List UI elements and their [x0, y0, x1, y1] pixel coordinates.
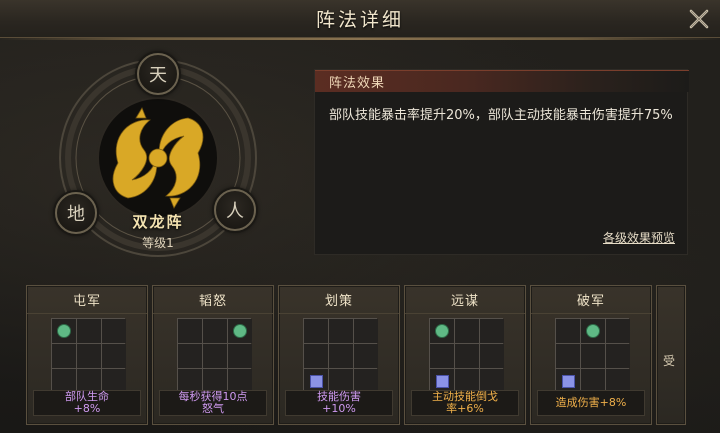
grid-cell [430, 319, 454, 343]
effect-panel: 阵法效果 部队技能暴击率提升20%，部队主动技能暴击伤害提升75% 各级效果预览 [314, 69, 689, 255]
slot-bonus-line: +10% [322, 402, 356, 415]
slot-card[interactable]: 屯军部队生命 +8% [26, 285, 148, 425]
slot-card[interactable]: 破军造成伤害+8% [530, 285, 652, 425]
title-bar: 阵法详细 [0, 0, 720, 40]
grid-cell [455, 344, 479, 368]
grid-cell [203, 319, 227, 343]
slot-bonus: 造成伤害+8% [537, 390, 645, 416]
slot-card-title: 屯军 [27, 286, 147, 314]
slot-card[interactable]: 受 [656, 285, 686, 425]
grid-cell [606, 344, 630, 368]
slot-bonus: 部队生命 +8% [33, 390, 141, 416]
grid-cell [304, 319, 328, 343]
slot-grid [177, 318, 252, 393]
grid-cell [556, 319, 580, 343]
slot-card[interactable]: 韬怒每秒获得10点 怒气 [152, 285, 274, 425]
grid-cell [354, 344, 378, 368]
slot-card[interactable]: 划策技能伤害 +10% [278, 285, 400, 425]
rune-heaven-button[interactable]: 天 [137, 53, 179, 95]
grid-cell [77, 344, 101, 368]
grid-cell [102, 344, 126, 368]
grid-cell [606, 319, 630, 343]
slot-grid [555, 318, 630, 393]
grid-cell [102, 319, 126, 343]
slot-grid [303, 318, 378, 393]
slot-grid [51, 318, 126, 393]
square-symbol-icon [309, 374, 323, 388]
grid-cell [581, 319, 605, 343]
slot-bonus-line: 率+6% [446, 402, 484, 415]
grid-cell [52, 319, 76, 343]
grid-cell [581, 344, 605, 368]
grid-cell [77, 319, 101, 343]
circle-symbol-icon [586, 324, 600, 338]
grid-cell [178, 344, 202, 368]
slot-bonus: 每秒获得10点 怒气 [159, 390, 267, 416]
level-preview-link[interactable]: 各级效果预览 [603, 229, 675, 246]
slot-bonus-line: +8% [73, 402, 101, 415]
formation-slot-cards: 屯军部队生命 +8% 韬怒每秒获得10点 怒气 划策技能伤害 +10% 远谋主动技能倒… [26, 285, 720, 433]
grid-cell [52, 344, 76, 368]
rune-human-icon: 人 [226, 201, 244, 222]
slot-bonus-line: 怒气 [202, 402, 224, 415]
grid-cell [178, 319, 202, 343]
page-title: 阵法详细 [315, 9, 404, 31]
effect-description: 部队技能暴击率提升20%，部队主动技能暴击伤害提升75% [329, 108, 673, 123]
formation-level: 等级1 [142, 236, 174, 250]
grid-cell [304, 344, 328, 368]
rune-earth-button[interactable]: 地 [55, 192, 97, 234]
grid-cell [556, 344, 580, 368]
circle-symbol-icon [435, 324, 449, 338]
grid-cell [228, 344, 252, 368]
grid-cell [329, 319, 353, 343]
grid-cell [203, 344, 227, 368]
square-symbol-icon [561, 374, 575, 388]
effect-header: 阵法效果 [315, 70, 689, 92]
rune-earth-icon: 地 [67, 204, 85, 225]
slot-card-title: 远谋 [405, 286, 525, 314]
slot-bonus: 主动技能倒戈 率+6% [411, 390, 519, 416]
slot-bonus: 技能伤害 +10% [285, 390, 393, 416]
rune-heaven-icon: 天 [149, 65, 167, 86]
grid-cell [455, 319, 479, 343]
slot-card-partial-label: 受 [663, 354, 676, 368]
effect-header-label: 阵法效果 [329, 76, 386, 91]
grid-cell [354, 319, 378, 343]
formation-name: 双龙阵 [132, 213, 184, 231]
circle-symbol-icon [233, 324, 247, 338]
circle-symbol-icon [57, 324, 71, 338]
slot-card[interactable]: 远谋主动技能倒戈 率+6% [404, 285, 526, 425]
square-symbol-icon [435, 374, 449, 388]
close-x-icon [689, 9, 709, 29]
grid-cell [430, 344, 454, 368]
slot-bonus-line: 造成伤害+8% [555, 396, 627, 409]
slot-card-title: 划策 [279, 286, 399, 314]
grid-cell [329, 344, 353, 368]
slot-card-title: 破军 [531, 286, 651, 314]
slot-grid [429, 318, 504, 393]
rune-human-button[interactable]: 人 [214, 189, 256, 231]
close-button[interactable] [686, 6, 712, 32]
grid-cell [480, 344, 504, 368]
grid-cell [228, 319, 252, 343]
slot-card-title: 韬怒 [153, 286, 273, 314]
grid-cell [480, 319, 504, 343]
